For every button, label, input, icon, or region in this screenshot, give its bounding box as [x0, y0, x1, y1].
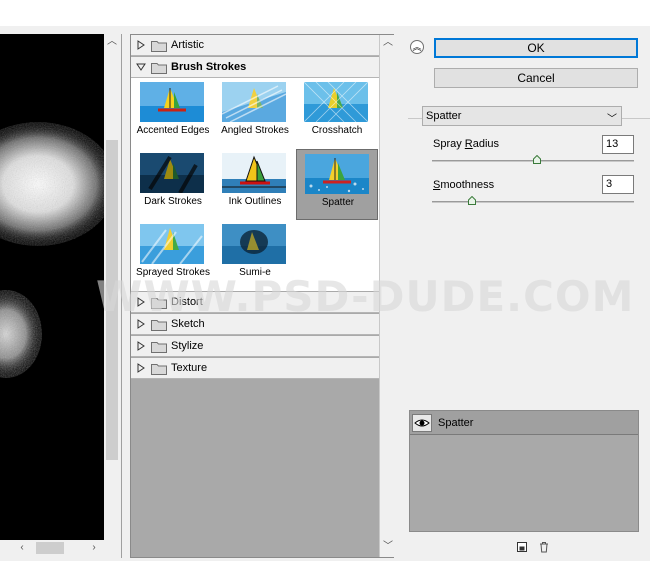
thumb-ink-outlines[interactable]: Ink Outlines — [214, 149, 296, 220]
new-layer-icon[interactable] — [516, 541, 528, 553]
category-brush-strokes[interactable]: Brush Strokes — [131, 57, 379, 78]
folder-icon — [151, 298, 167, 309]
thumbnail-label: Sprayed Strokes — [136, 267, 210, 278]
folder-icon — [151, 41, 167, 52]
folder-icon — [151, 342, 167, 353]
filter-dropdown-value: Spatter — [426, 110, 462, 122]
thumbnail-image — [140, 224, 204, 264]
eye-icon[interactable] — [412, 414, 432, 432]
thumb-dark-strokes[interactable]: Dark Strokes — [132, 149, 214, 220]
effect-layer-row[interactable]: Spatter — [410, 411, 638, 435]
preview-vscroll-thumb[interactable] — [106, 140, 118, 460]
thumbnail-label: Sumi-e — [239, 267, 271, 278]
category-sketch[interactable]: Sketch — [131, 314, 379, 335]
expand-triangle-icon — [137, 319, 145, 329]
thumbnail-image — [304, 82, 368, 122]
effect-layers-panel: Spatter — [409, 410, 639, 532]
thumb-spatter[interactable]: Spatter — [296, 149, 378, 220]
expand-triangle-icon — [137, 341, 145, 351]
scroll-up-arrow-icon[interactable]: ︿ — [104, 34, 120, 50]
category-label: Stylize — [171, 340, 204, 352]
thumbnail-label: Ink Outlines — [228, 196, 282, 207]
preview-pane: ︿ ‹ › — [0, 34, 122, 558]
effect-layer-name: Spatter — [438, 417, 474, 429]
filter-dropdown[interactable]: Spatter ﹀ — [422, 106, 622, 126]
thumbnail-label: Spatter — [321, 197, 355, 208]
thumbnail-image — [140, 153, 204, 193]
category-artistic[interactable]: Artistic — [131, 35, 379, 56]
smoothness-input[interactable]: 3 — [602, 175, 634, 194]
ok-button[interactable]: OK — [434, 38, 638, 58]
thumbnail-image — [140, 82, 204, 122]
scroll-down-arrow-icon[interactable]: ﹀ — [380, 539, 396, 555]
spray-radius-input[interactable]: 13 — [602, 135, 634, 154]
thumbnail-label: Dark Strokes — [144, 196, 202, 207]
category-texture[interactable]: Texture — [131, 358, 379, 379]
thumbnail-label: Crosshatch — [311, 125, 363, 136]
thumbnail-label: Angled Strokes — [221, 125, 289, 136]
smoothness-slider-track[interactable] — [432, 201, 634, 203]
thumb-crosshatch[interactable]: Crosshatch — [296, 78, 378, 149]
title-strip — [0, 0, 650, 26]
preview-vertical-scrollbar[interactable]: ︿ — [104, 34, 120, 540]
thumbnail-image — [222, 82, 286, 122]
double-chevron-up-icon[interactable]: ︽ — [410, 40, 424, 54]
brush-strokes-thumbnails: Accented Edges Angled Strokes Crosshatch — [131, 78, 379, 291]
spray-radius-slider-thumb[interactable] — [533, 155, 542, 164]
thumbnail-label: Accented Edges — [136, 125, 210, 136]
category-label: Sketch — [171, 318, 205, 330]
filter-gallery: Artistic Brush Strokes Accented Edges An… — [130, 34, 394, 558]
category-label: Brush Strokes — [171, 61, 247, 73]
category-label: Artistic — [171, 39, 204, 51]
folder-icon — [151, 63, 167, 74]
smoothness-slider-thumb[interactable] — [468, 196, 477, 205]
thumb-sumi-e[interactable]: Sumi-e — [214, 220, 296, 291]
category-label: Texture — [171, 362, 208, 374]
expand-triangle-icon — [137, 40, 145, 50]
scroll-right-arrow-icon[interactable]: › — [86, 540, 102, 556]
trash-icon[interactable] — [538, 541, 550, 553]
preview-image — [0, 34, 104, 540]
folder-icon — [151, 364, 167, 375]
preview-canvas[interactable] — [0, 34, 104, 540]
category-label: Distort — [171, 296, 203, 308]
folder-icon — [151, 320, 167, 331]
preview-horizontal-scrollbar[interactable]: ‹ › — [0, 540, 120, 556]
category-stylize[interactable]: Stylize — [131, 336, 379, 357]
scroll-up-arrow-icon[interactable]: ︿ — [380, 35, 396, 51]
preview-hscroll-thumb[interactable] — [36, 542, 64, 554]
thumbnail-image — [222, 224, 286, 264]
collapse-triangle-icon — [136, 63, 146, 71]
spray-radius-label: Spray Radius — [433, 138, 500, 150]
layers-scrollbar[interactable] — [640, 410, 650, 532]
gallery-scrollbar[interactable]: ︿ ﹀ — [379, 35, 394, 557]
scroll-left-arrow-icon[interactable]: ‹ — [14, 540, 30, 556]
cancel-button[interactable]: Cancel — [434, 68, 638, 88]
thumbnail-image — [305, 154, 369, 194]
thumb-accented-edges[interactable]: Accented Edges — [132, 78, 214, 149]
thumb-angled-strokes[interactable]: Angled Strokes — [214, 78, 296, 149]
thumbnail-image — [222, 153, 286, 193]
category-distort[interactable]: Distort — [131, 292, 379, 313]
thumb-sprayed-strokes[interactable]: Sprayed Strokes — [132, 220, 214, 291]
smoothness-label: Smoothness — [433, 179, 495, 191]
expand-triangle-icon — [137, 297, 145, 307]
expand-triangle-icon — [137, 363, 145, 373]
chevron-down-icon: ﹀ — [607, 114, 617, 125]
